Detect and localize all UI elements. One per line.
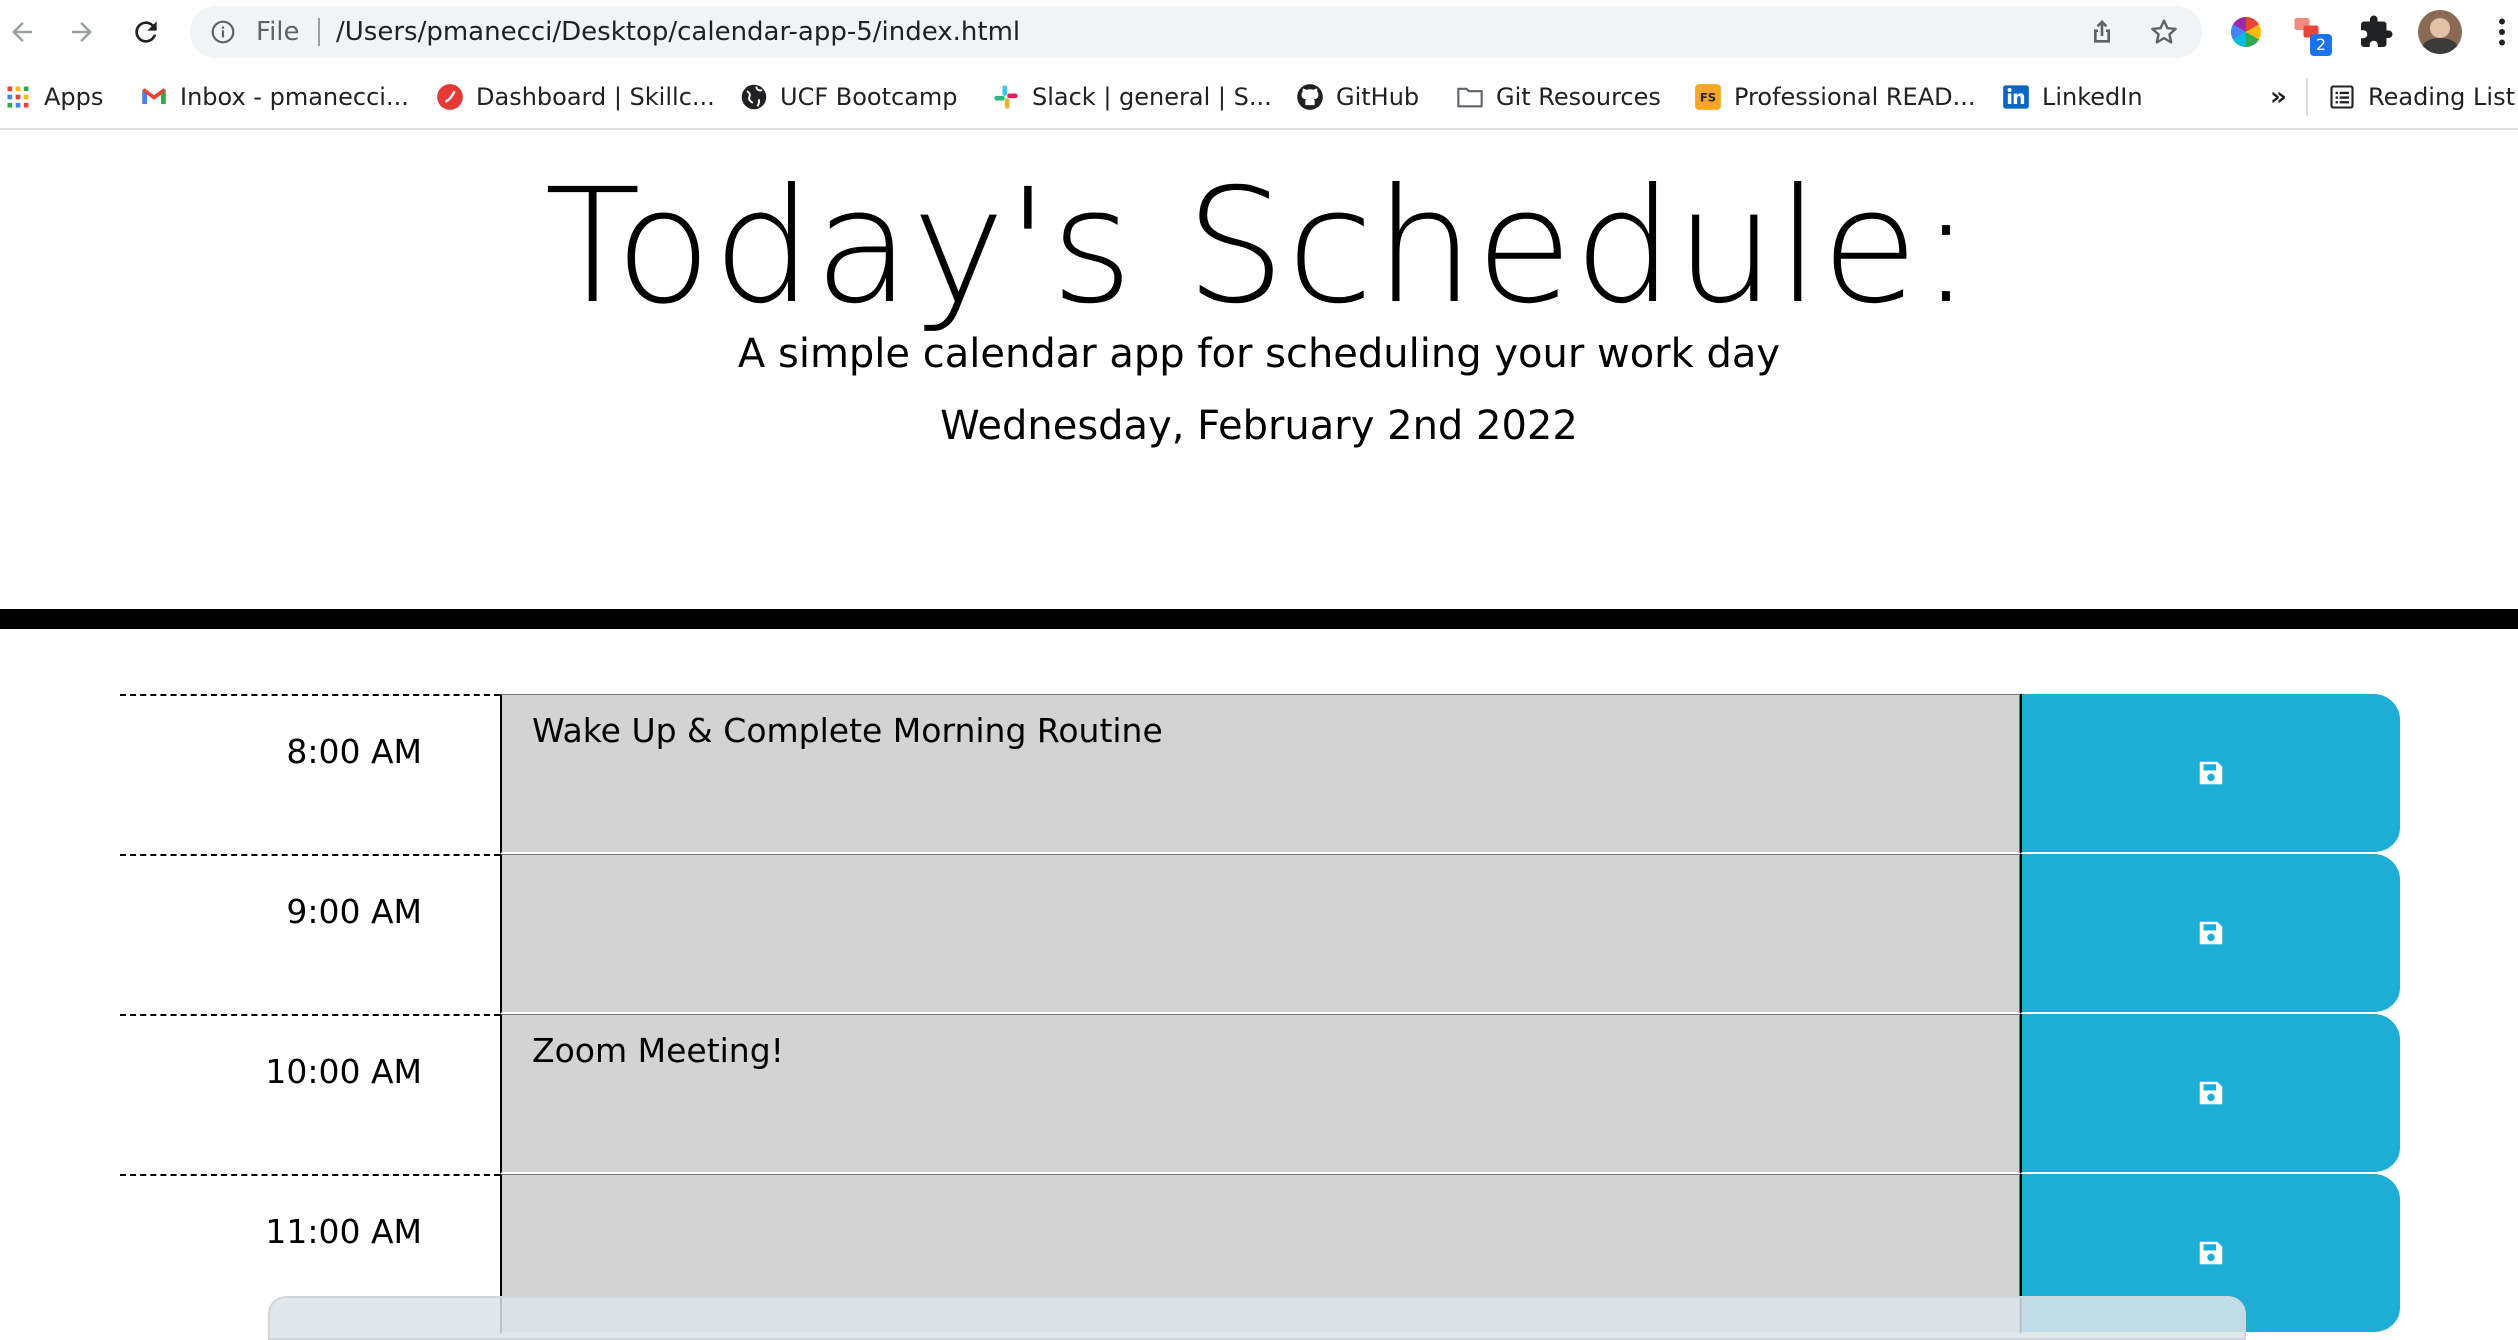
browser-toolbar: File /Users/pmanecci/Desktop/calendar-ap…	[0, 0, 2518, 66]
event-description-input[interactable]	[500, 854, 2020, 1014]
github-icon	[1297, 84, 1323, 110]
bookmark-label: Inbox - pmanecci...	[180, 83, 409, 111]
info-icon[interactable]	[210, 19, 236, 45]
event-description-input[interactable]	[500, 694, 2020, 854]
avatar-face	[2430, 18, 2450, 38]
hour-label: 8:00 AM	[120, 694, 500, 854]
more-bookmarks-chevron-icon: »	[2270, 82, 2287, 112]
bookmark-slack[interactable]: Slack | general | S...	[992, 80, 1272, 114]
bookmark-label: Slack | general | S...	[1032, 83, 1272, 111]
bookmark-star-icon[interactable]	[2148, 16, 2180, 48]
page-lead: A simple calendar app for scheduling you…	[737, 331, 1781, 377]
hour-label: 10:00 AM	[120, 1014, 500, 1174]
reload-icon	[135, 21, 157, 43]
tab-sync-extension[interactable]: 2	[2290, 12, 2334, 56]
gmail-icon	[142, 88, 166, 104]
bookmark-label: Git Resources	[1496, 83, 1661, 111]
reading-list-label: Reading List	[2368, 83, 2515, 111]
profile-avatar[interactable]	[2418, 10, 2462, 54]
bookmark-label: Apps	[44, 83, 104, 111]
bookmark-label: UCF Bootcamp	[780, 83, 958, 111]
bookmark-label: Dashboard | Skillc...	[476, 83, 715, 111]
apps-grid-icon	[7, 86, 29, 108]
address-bar[interactable]: File /Users/pmanecci/Desktop/calendar-ap…	[190, 6, 2202, 58]
svg-text:FS: FS	[1700, 91, 1716, 105]
url-text[interactable]: /Users/pmanecci/Desktop/calendar-app-5/i…	[336, 17, 1020, 47]
save-button[interactable]	[2020, 854, 2400, 1014]
bookmark-git-resources[interactable]: Git Resources	[1456, 80, 1661, 114]
save-button[interactable]	[2020, 694, 2400, 854]
bookmark-professional-readme[interactable]: FS Professional READ...	[1694, 80, 1976, 114]
bookmarks-bar: Apps Inbox - pmanecci... Dashboard | Ski…	[0, 66, 2518, 130]
bookmark-github[interactable]: GitHub	[1296, 80, 1419, 114]
bookmark-linkedin[interactable]: LinkedIn	[2002, 80, 2143, 114]
macos-dock[interactable]	[268, 1296, 2246, 1340]
time-blocks-container: 8:00 AM 9:00 AM 10:00 AM 11:00 AM	[120, 694, 2400, 1334]
folder-icon	[1457, 87, 1483, 108]
browser-menu-kebab-icon[interactable]	[2484, 14, 2518, 50]
reading-list-button[interactable]: Reading List	[2328, 80, 2515, 114]
header-divider	[0, 609, 2518, 629]
url-scheme-label: File	[256, 17, 300, 47]
back-button[interactable]	[2, 12, 42, 52]
share-icon[interactable]	[2086, 16, 2118, 48]
forward-arrow-icon	[72, 22, 92, 42]
back-arrow-icon	[12, 22, 32, 42]
time-block: 9:00 AM	[120, 854, 2400, 1014]
reading-list-icon	[2330, 85, 2354, 109]
bookmark-label: GitHub	[1336, 83, 1420, 111]
floppy-disk-icon	[2199, 761, 2223, 785]
reload-button[interactable]	[126, 12, 166, 52]
color-wheel-extension-icon[interactable]	[2228, 14, 2264, 50]
bookmark-apps[interactable]: Apps	[4, 80, 103, 114]
hour-label: 9:00 AM	[120, 854, 500, 1014]
fs-icon: FS	[1695, 84, 1721, 110]
bookmark-ucf-bootcamp[interactable]: UCF Bootcamp	[740, 80, 958, 114]
floppy-disk-icon	[2199, 1241, 2223, 1265]
extensions-puzzle-icon[interactable]	[2358, 14, 2394, 50]
bookmark-label: Professional READ...	[1734, 83, 1976, 111]
jumbotron-header: Today's Schedule: A simple calendar app …	[0, 130, 2518, 610]
event-description-input[interactable]	[500, 1014, 2020, 1174]
url-separator	[318, 18, 320, 46]
page-title: Today's Schedule:	[544, 155, 1974, 339]
globe-icon	[741, 84, 767, 110]
bookmarks-divider	[2306, 78, 2308, 116]
linkedin-icon	[2003, 85, 2029, 109]
bookmark-skillcrush[interactable]: Dashboard | Skillc...	[436, 80, 715, 114]
avatar-body	[2422, 38, 2458, 54]
time-block: 8:00 AM	[120, 694, 2400, 854]
more-bookmarks-button[interactable]: »	[2270, 80, 2287, 114]
bookmark-inbox[interactable]: Inbox - pmanecci...	[140, 80, 409, 114]
current-day: Wednesday, February 2nd 2022	[940, 403, 1578, 449]
forward-button[interactable]	[62, 12, 102, 52]
bookmark-label: LinkedIn	[2042, 83, 2143, 111]
floppy-disk-icon	[2199, 921, 2223, 945]
skillcrush-icon	[437, 84, 463, 110]
time-block: 10:00 AM	[120, 1014, 2400, 1174]
slack-icon	[994, 85, 1018, 109]
save-button[interactable]	[2020, 1014, 2400, 1174]
floppy-disk-icon	[2199, 1081, 2223, 1105]
extension-badge: 2	[2310, 34, 2332, 56]
